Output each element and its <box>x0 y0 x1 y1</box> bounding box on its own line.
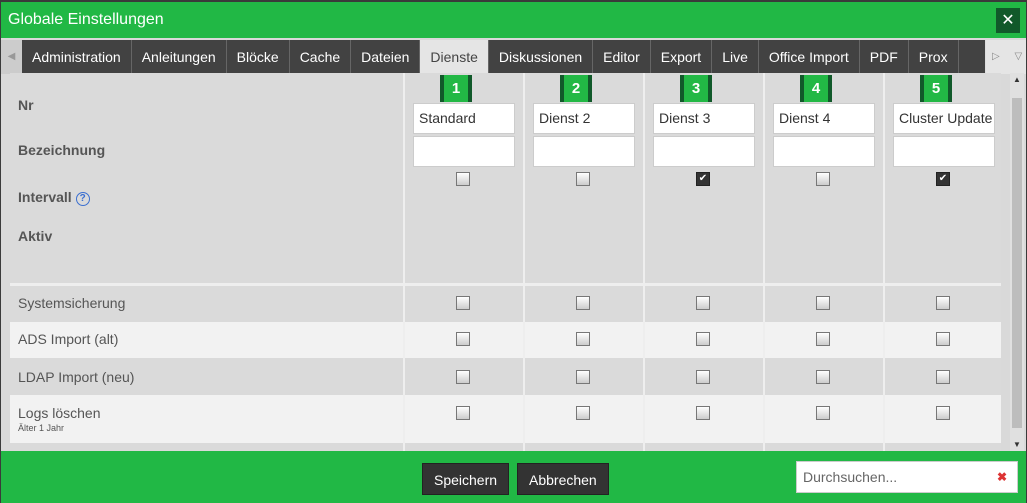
row-checkbox[interactable] <box>456 406 470 420</box>
row-checkbox[interactable] <box>456 296 470 310</box>
tab-menu-chevron-down-icon[interactable]: ▽ <box>1014 51 1022 62</box>
footer: Speichern Abbrechen Durchsuchen... ✖ <box>1 451 1026 503</box>
service-column: 5 Cluster Update ✔ <box>885 73 1001 283</box>
search-placeholder: Durchsuchen... <box>803 469 898 485</box>
tab-live[interactable]: Live <box>712 40 759 74</box>
table-row: ADS Import (alt) <box>10 322 1001 358</box>
row-checkbox[interactable] <box>576 406 590 420</box>
label-intervall-text: Intervall <box>18 189 72 205</box>
row-checkbox[interactable] <box>696 370 710 384</box>
tab-administration[interactable]: Administration <box>22 40 132 74</box>
row-checkbox[interactable] <box>816 406 830 420</box>
vertical-scrollbar[interactable]: ▲ ▼ <box>1010 73 1024 451</box>
service-number-badge: 3 <box>680 75 712 102</box>
row-checkbox[interactable] <box>696 296 710 310</box>
row-checkbox[interactable] <box>816 296 830 310</box>
row-label: Systemsicherung <box>18 295 126 311</box>
service-column: 2 Dienst 2 <box>525 73 643 283</box>
row-checkbox[interactable] <box>576 332 590 346</box>
service-name-input[interactable]: Dienst 4 <box>773 103 875 134</box>
services-table: Nr Bezeichnung Intervall? Aktiv Systemsi… <box>10 73 1001 451</box>
cancel-button[interactable]: Abbrechen <box>517 463 609 495</box>
table-row: LDAP Import (neu) <box>10 360 1001 394</box>
row-checkbox[interactable] <box>816 332 830 346</box>
row-checkbox[interactable] <box>816 370 830 384</box>
tab-dateien[interactable]: Dateien <box>351 40 421 74</box>
tab-scroll-left-icon[interactable]: ◀ <box>1 40 22 74</box>
service-interval-input[interactable] <box>773 136 875 167</box>
tab-scroll-right-icon[interactable]: ▷ <box>992 51 1000 62</box>
tab-anleitungen[interactable]: Anleitungen <box>132 40 227 74</box>
service-interval-input[interactable] <box>893 136 995 167</box>
row-label: ADS Import (alt) <box>18 331 119 347</box>
service-number-badge: 1 <box>440 75 472 102</box>
label-aktiv: Aktiv <box>18 228 53 244</box>
tab-nav: ▷ ▽ <box>986 40 1026 74</box>
service-active-checkbox[interactable] <box>576 172 590 186</box>
dialog-title: Globale Einstellungen <box>8 11 164 28</box>
service-active-checkbox[interactable]: ✔ <box>696 172 710 186</box>
row-checkbox[interactable] <box>936 332 950 346</box>
label-nr: Nr <box>18 97 34 113</box>
tab-office-import[interactable]: Office Import <box>759 40 860 74</box>
row-checkbox[interactable] <box>456 370 470 384</box>
service-active-checkbox[interactable] <box>456 172 470 186</box>
service-name-input[interactable]: Dienst 3 <box>653 103 755 134</box>
row-checkbox[interactable] <box>576 370 590 384</box>
row-sublabel: Älter 1 Jahr <box>18 423 65 433</box>
tab-bar: ◀ Administration Anleitungen Blöcke Cache Da… <box>1 40 1026 74</box>
clear-search-icon[interactable]: ✖ <box>997 462 1007 492</box>
table-row: Logs löschen Älter 1 Jahr <box>10 395 1001 443</box>
search-input[interactable]: Durchsuchen... ✖ <box>796 461 1018 493</box>
tab-editor[interactable]: Editor <box>593 40 651 74</box>
service-column: 4 Dienst 4 <box>765 73 883 283</box>
row-label: LDAP Import (neu) <box>18 369 135 385</box>
service-interval-input[interactable] <box>533 136 635 167</box>
service-active-checkbox[interactable]: ✔ <box>936 172 950 186</box>
service-name-input[interactable]: Standard <box>413 103 515 134</box>
service-interval-input[interactable] <box>413 136 515 167</box>
tab-cache[interactable]: Cache <box>290 40 352 74</box>
tab-prox[interactable]: Prox <box>909 40 959 74</box>
row-checkbox[interactable] <box>696 332 710 346</box>
label-intervall: Intervall? <box>18 189 90 206</box>
row-checkbox[interactable] <box>456 332 470 346</box>
close-icon[interactable]: ✕ <box>996 8 1020 33</box>
service-number-badge: 2 <box>560 75 592 102</box>
tab-list: Administration Anleitungen Blöcke Cache Date… <box>22 40 985 74</box>
service-column: 1 Standard <box>405 73 523 283</box>
service-active-checkbox[interactable] <box>816 172 830 186</box>
table-row: Systemsicherung <box>10 286 1001 320</box>
label-bezeichnung: Bezeichnung <box>18 142 106 158</box>
scroll-up-icon[interactable]: ▲ <box>1013 75 1021 84</box>
save-button[interactable]: Speichern <box>422 463 510 495</box>
row-label: Logs löschen <box>18 405 101 421</box>
service-interval-input[interactable] <box>653 136 755 167</box>
service-name-input[interactable]: Cluster Update <box>893 103 995 134</box>
service-number-badge: 4 <box>800 75 832 102</box>
service-number-badge: 5 <box>920 75 952 102</box>
scrollbar-thumb[interactable] <box>1012 98 1022 428</box>
tab-export[interactable]: Export <box>651 40 713 74</box>
row-checkbox[interactable] <box>936 370 950 384</box>
scroll-down-icon[interactable]: ▼ <box>1013 440 1021 449</box>
settings-dialog: Globale Einstellungen ✕ ◀ Administration… <box>1 2 1026 503</box>
tab-blöcke[interactable]: Blöcke <box>227 40 290 74</box>
row-checkbox[interactable] <box>936 296 950 310</box>
row-checkbox[interactable] <box>936 406 950 420</box>
row-checkbox[interactable] <box>576 296 590 310</box>
service-column: 3 Dienst 3 ✔ <box>645 73 763 283</box>
help-icon[interactable]: ? <box>75 192 90 206</box>
header-divider <box>10 283 1001 286</box>
service-name-input[interactable]: Dienst 2 <box>533 103 635 134</box>
tab-diskussionen[interactable]: Diskussionen <box>489 40 594 74</box>
title-bar: Globale Einstellungen ✕ <box>1 2 1026 38</box>
row-checkbox[interactable] <box>696 406 710 420</box>
tab-pdf[interactable]: PDF <box>860 40 909 74</box>
tab-dienste[interactable]: Dienste <box>420 40 489 74</box>
